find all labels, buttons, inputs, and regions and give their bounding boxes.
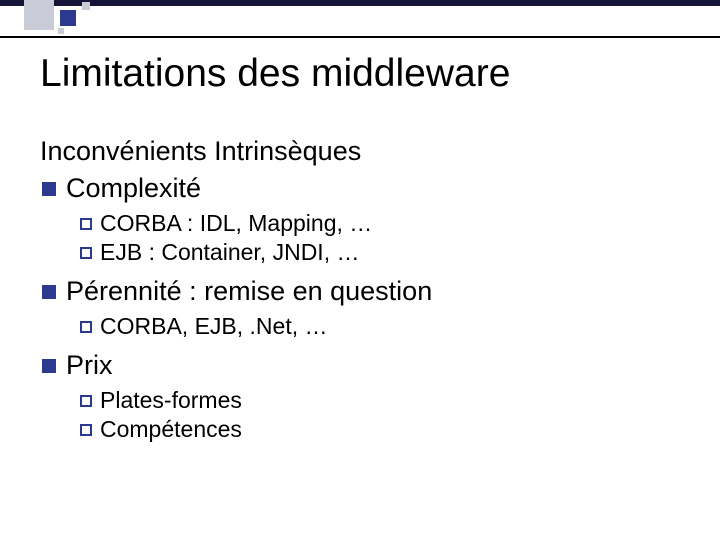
list-item: EJB : Container, JNDI, … bbox=[80, 239, 690, 266]
item-label: Pérennité : remise en question bbox=[66, 276, 432, 306]
square-bullet-icon bbox=[42, 285, 56, 299]
list-item: Complexité CORBA : IDL, Mapping, … EJB :… bbox=[42, 173, 690, 266]
sub-list: Plates-formes Compétences bbox=[80, 387, 690, 443]
sub-label: Compétences bbox=[100, 416, 242, 442]
slide-title: Limitations des middleware bbox=[40, 52, 690, 96]
item-label: Prix bbox=[66, 350, 113, 380]
sub-label: EJB : Container, JNDI, … bbox=[100, 239, 359, 265]
corner-decoration bbox=[0, 0, 120, 40]
list-item: Compétences bbox=[80, 416, 690, 443]
hollow-square-bullet-icon bbox=[80, 321, 92, 333]
list-item: Pérennité : remise en question CORBA, EJ… bbox=[42, 276, 690, 340]
header-rule bbox=[0, 36, 720, 38]
list-item: CORBA : IDL, Mapping, … bbox=[80, 210, 690, 237]
list-item: Plates-formes bbox=[80, 387, 690, 414]
item-label: Complexité bbox=[66, 173, 201, 203]
bullet-list: Complexité CORBA : IDL, Mapping, … EJB :… bbox=[42, 173, 690, 443]
slide-body: Limitations des middleware Inconvénients… bbox=[40, 52, 690, 453]
hollow-square-bullet-icon bbox=[80, 395, 92, 407]
sub-list: CORBA : IDL, Mapping, … EJB : Container,… bbox=[80, 210, 690, 266]
hollow-square-bullet-icon bbox=[80, 218, 92, 230]
hollow-square-bullet-icon bbox=[80, 247, 92, 259]
sub-label: Plates-formes bbox=[100, 387, 242, 413]
list-item: CORBA, EJB, .Net, … bbox=[80, 313, 690, 340]
square-bullet-icon bbox=[42, 359, 56, 373]
hollow-square-bullet-icon bbox=[80, 424, 92, 436]
square-bullet-icon bbox=[42, 182, 56, 196]
list-item: Prix Plates-formes Compétences bbox=[42, 350, 690, 443]
sub-list: CORBA, EJB, .Net, … bbox=[80, 313, 690, 340]
slide-subhead: Inconvénients Intrinsèques bbox=[40, 136, 690, 167]
sub-label: CORBA, EJB, .Net, … bbox=[100, 313, 328, 339]
sub-label: CORBA : IDL, Mapping, … bbox=[100, 210, 372, 236]
